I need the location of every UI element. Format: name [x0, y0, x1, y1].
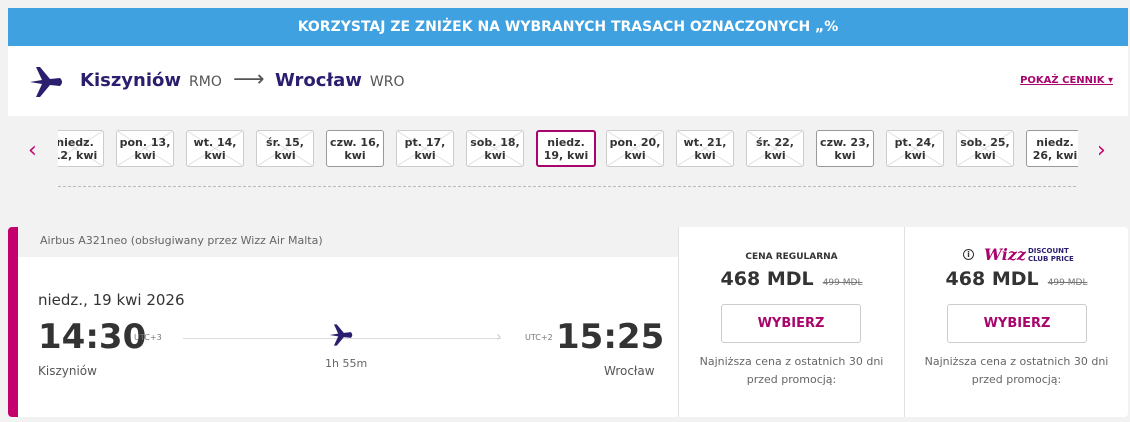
- date-option[interactable]: czw. 23, kwi: [816, 130, 874, 167]
- club-label-line1: DISCOUNT: [1027, 246, 1069, 255]
- date-option-label: pon. 13, kwi: [119, 135, 171, 162]
- club-fare-price: 468 MDL 499 MDL: [905, 268, 1128, 290]
- departure-utc: UTC+3: [134, 333, 162, 342]
- date-option[interactable]: czw. 16, kwi: [326, 130, 384, 167]
- date-option[interactable]: śr. 22, kwi: [746, 130, 804, 167]
- regular-price: 468 MDL: [720, 268, 814, 290]
- promo-banner-text: KORZYSTAJ ZE ZNIŻEK NA WYBRANYCH TRASACH…: [297, 19, 839, 35]
- date-selector: ‹ niedz. 12, kwi pon. 13, kwi wt. 14, kwi ś…: [0, 122, 1130, 187]
- date-option[interactable]: pt. 24, kwi: [886, 130, 944, 167]
- date-option[interactable]: wt. 14, kwi: [186, 130, 244, 167]
- flight-duration: 1h 55m: [325, 357, 368, 370]
- select-club-button[interactable]: WYBIERZ: [947, 304, 1087, 343]
- date-option[interactable]: sob. 25, kwi: [956, 130, 1014, 167]
- origin: Kiszyniów RMO: [80, 70, 222, 91]
- date-option-label: niedz. 26, kwi: [1032, 135, 1078, 162]
- card-accent-bar: [8, 227, 18, 417]
- date-option-label: pt. 17, kwi: [404, 135, 446, 162]
- date-option-label: sob. 25, kwi: [960, 135, 1010, 162]
- origin-code: RMO: [189, 74, 222, 90]
- date-option[interactable]: niedz. 19, kwi: [536, 130, 596, 167]
- date-option-label: niedz. 19, kwi: [543, 135, 589, 162]
- date-option-label: pt. 24, kwi: [894, 135, 936, 162]
- flight-card: Airbus A321neo (obsługiwany przez Wizz A…: [8, 227, 1128, 417]
- date-option[interactable]: sob. 18, kwi: [466, 130, 524, 167]
- club-label: DISCOUNT CLUB PRICE: [1028, 247, 1074, 263]
- club-fare-note: Najniższa cena z ostatnich 30 dni przed …: [924, 355, 1109, 386]
- route-header: Kiszyniów RMO ⟶ Wrocław WRO POKAŻ CENNIK…: [8, 46, 1128, 116]
- airplane-icon: [329, 324, 353, 346]
- prev-dates-chevron-icon[interactable]: ‹: [28, 140, 37, 162]
- date-option[interactable]: pon. 13, kwi: [116, 130, 174, 167]
- route-arrow-icon: ⟶: [233, 67, 265, 92]
- date-option-label: śr. 15, kwi: [266, 135, 304, 162]
- info-icon[interactable]: i: [963, 249, 974, 260]
- departure-time: 14:30: [38, 317, 147, 357]
- wizz-logo: Wizz: [984, 245, 1026, 264]
- regular-fare-title: CENA REGULARNA: [745, 252, 838, 262]
- arrival-city: Wrocław: [604, 364, 655, 378]
- club-logo: i Wizz DISCOUNT CLUB PRICE: [963, 245, 1074, 264]
- regular-fare-price: 468 MDL 499 MDL: [679, 268, 904, 290]
- select-regular-button[interactable]: WYBIERZ: [721, 304, 861, 343]
- date-option-label: sob. 18, kwi: [470, 135, 520, 162]
- destination-code: WRO: [369, 74, 405, 90]
- flight-path-arrow-icon: ›: [496, 329, 502, 345]
- destination: Wrocław WRO: [275, 70, 405, 91]
- club-old-price: 499 MDL: [1047, 278, 1088, 288]
- date-option[interactable]: pon. 20, kwi: [606, 130, 664, 167]
- date-option[interactable]: niedz. 26, kwi: [1026, 130, 1078, 167]
- club-label-line2: CLUB PRICE: [1027, 254, 1074, 263]
- arrival-utc: UTC+2: [525, 333, 553, 342]
- next-dates-chevron-icon[interactable]: ›: [1097, 140, 1106, 162]
- date-option-label: czw. 23, kwi: [820, 135, 870, 162]
- date-option[interactable]: wt. 21, kwi: [676, 130, 734, 167]
- date-option-label: pon. 20, kwi: [609, 135, 661, 162]
- date-option-label: wt. 21, kwi: [683, 135, 727, 162]
- divider: [58, 186, 1076, 187]
- regular-fare-note: Najniższa cena z ostatnich 30 dni przed …: [699, 355, 884, 386]
- origin-city: Kiszyniów: [80, 70, 182, 91]
- date-option-label: czw. 16, kwi: [330, 135, 380, 162]
- flight-date: niedz., 19 kwi 2026: [38, 291, 185, 309]
- promo-banner: KORZYSTAJ ZE ZNIŻEK NA WYBRANYCH TRASACH…: [8, 8, 1128, 46]
- date-strip: niedz. 12, kwi pon. 13, kwi wt. 14, kwi śr.…: [58, 130, 1078, 170]
- date-option-label: śr. 22, kwi: [756, 135, 794, 162]
- destination-city: Wrocław: [275, 70, 362, 91]
- arrival-time: 15:25: [556, 317, 665, 357]
- departure-city: Kiszyniów: [38, 364, 97, 378]
- date-option[interactable]: niedz. 12, kwi: [58, 130, 104, 167]
- regular-fare: CENA REGULARNA 468 MDL 499 MDL WYBIERZ N…: [678, 227, 904, 417]
- club-fare: i Wizz DISCOUNT CLUB PRICE 468 MDL 499 M…: [904, 227, 1128, 417]
- date-option-label: niedz. 12, kwi: [58, 135, 98, 162]
- regular-old-price: 499 MDL: [822, 278, 863, 288]
- club-price: 468 MDL: [945, 268, 1039, 290]
- date-option[interactable]: śr. 15, kwi: [256, 130, 314, 167]
- airplane-icon: [30, 67, 62, 97]
- date-option[interactable]: pt. 17, kwi: [396, 130, 454, 167]
- show-pricelist-link[interactable]: POKAŻ CENNIK ▾: [1020, 75, 1113, 86]
- date-option-label: wt. 14, kwi: [193, 135, 237, 162]
- aircraft-info: Airbus A321neo (obsługiwany przez Wizz A…: [18, 227, 678, 257]
